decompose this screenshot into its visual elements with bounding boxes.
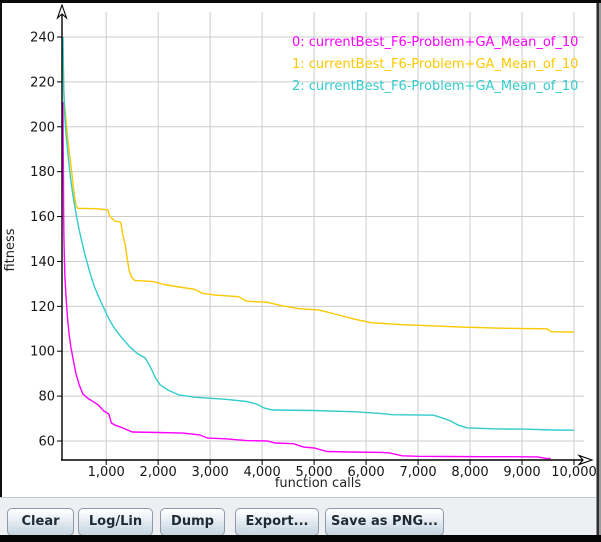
x-tick-label: 2,000 [140, 465, 177, 480]
y-tick-label: 240 [30, 31, 55, 46]
x-tick-label: 9,000 [503, 465, 540, 480]
legend-item-2: 2: currentBest_F6-Problem+GA_Mean_of_10 [292, 79, 578, 94]
x-tick-label: 10,000 [551, 465, 596, 480]
legend-item-0: 0: currentBest_F6-Problem+GA_Mean_of_10 [292, 35, 578, 50]
x-tick-label: 1,000 [88, 465, 125, 480]
window-frame-right [596, 3, 601, 536]
export-button[interactable]: Export... [235, 508, 319, 536]
y-tick-label: 160 [30, 210, 55, 225]
save-as-png-button[interactable]: Save as PNG... [325, 508, 444, 536]
dump-button[interactable]: Dump [160, 508, 225, 536]
legend-item-1: 1: currentBest_F6-Problem+GA_Mean_of_10 [292, 57, 578, 72]
chart-panel: 1,0002,0003,0004,0005,0006,0007,0008,000… [2, 3, 596, 497]
y-tick-label: 180 [30, 165, 55, 180]
x-tick-label: 7,000 [399, 465, 436, 480]
y-tick-label: 60 [38, 435, 55, 450]
ticks-group: 1,0002,0003,0004,0005,0006,0007,0008,000… [30, 31, 596, 481]
y-tick-label: 100 [30, 345, 55, 360]
y-tick-label: 140 [30, 255, 55, 270]
x-tick-label: 8,000 [451, 465, 488, 480]
plot-window: 1,0002,0003,0004,0005,0006,0007,0008,000… [0, 0, 601, 542]
chart-canvas: 1,0002,0003,0004,0005,0006,0007,0008,000… [2, 3, 596, 497]
y-tick-label: 80 [38, 390, 55, 405]
y-tick-label: 220 [30, 75, 55, 90]
series-line-1 [63, 64, 574, 332]
x-tick-label: 3,000 [192, 465, 229, 480]
window-frame-left [0, 3, 2, 497]
y-axis-title: fitness [3, 228, 18, 271]
x-axis-title: function calls [275, 476, 362, 491]
clear-button[interactable]: Clear [7, 508, 74, 536]
log-lin-button[interactable]: Log/Lin [78, 508, 153, 536]
y-tick-label: 200 [30, 120, 55, 135]
window-frame-top [0, 0, 601, 3]
window-frame-bottom [0, 535, 601, 542]
series-line-2 [63, 37, 574, 430]
series-group [63, 37, 574, 459]
y-tick-label: 120 [30, 300, 55, 315]
